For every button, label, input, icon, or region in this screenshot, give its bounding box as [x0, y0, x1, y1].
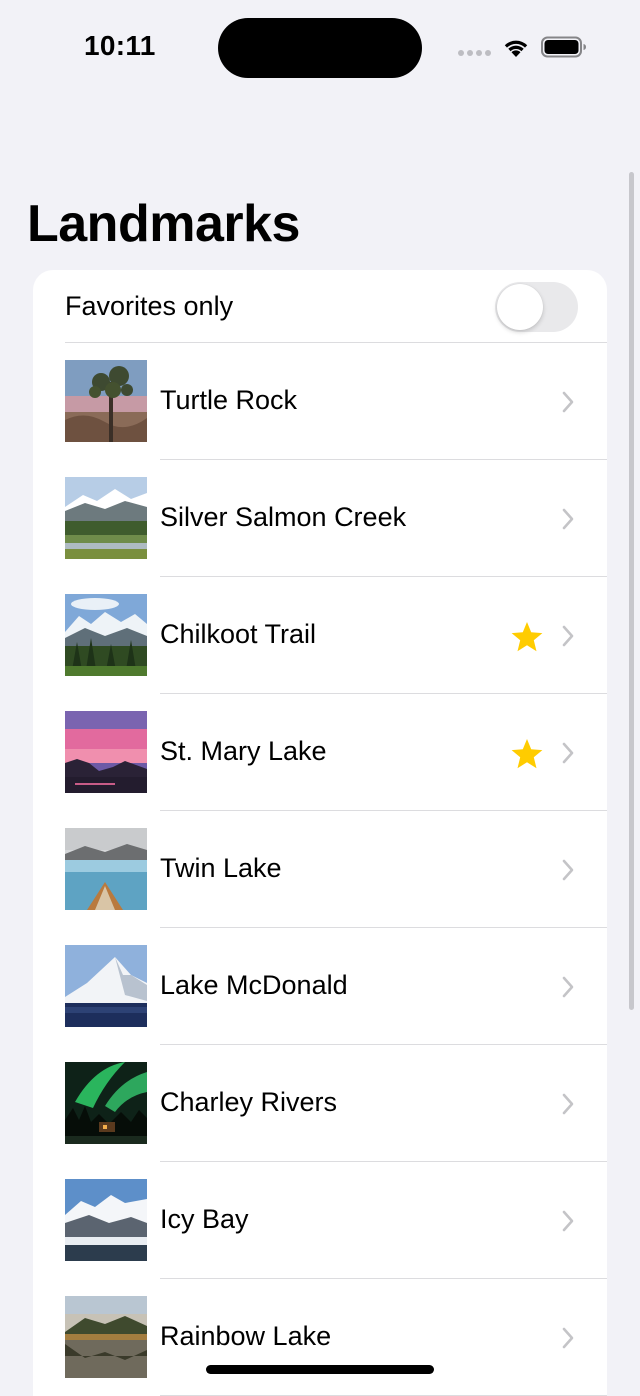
toggle-knob — [497, 284, 543, 330]
landmark-thumbnail — [65, 1296, 147, 1378]
chevron-right-icon — [562, 1093, 574, 1115]
landmark-name: Lake McDonald — [160, 970, 348, 1000]
home-indicator[interactable] — [206, 1365, 434, 1374]
landmark-row[interactable]: Charley Rivers — [33, 1045, 607, 1162]
landmark-row[interactable]: Turtle Rock — [33, 343, 607, 460]
landmark-row[interactable]: Rainbow Lake — [33, 1279, 607, 1396]
chevron-right-icon — [562, 859, 574, 881]
landmark-row[interactable]: Icy Bay — [33, 1162, 607, 1279]
landmark-name: Twin Lake — [160, 853, 282, 883]
favorites-only-label: Favorites only — [65, 291, 234, 321]
landmark-name: Chilkoot Trail — [160, 619, 317, 649]
chevron-right-icon — [562, 976, 574, 998]
landmark-name: Icy Bay — [160, 1204, 249, 1234]
favorite-star-icon — [511, 739, 543, 769]
dynamic-island — [218, 18, 422, 78]
landmark-name: Charley Rivers — [160, 1087, 338, 1117]
landmark-name: Turtle Rock — [160, 385, 298, 415]
landmark-row[interactable]: Silver Salmon Creek — [33, 460, 607, 577]
chevron-right-icon — [562, 742, 574, 764]
page-title: Landmarks — [27, 195, 300, 253]
cellular-signal-icon — [458, 50, 491, 56]
landmark-row[interactable]: Twin Lake — [33, 811, 607, 928]
chevron-right-icon — [562, 508, 574, 530]
wifi-icon — [504, 40, 528, 57]
landmark-name: Rainbow Lake — [160, 1321, 332, 1351]
status-time: 10:11 — [84, 30, 156, 61]
battery-icon — [541, 36, 586, 58]
landmark-row[interactable]: Lake McDonald — [33, 928, 607, 1045]
landmark-thumbnail — [65, 711, 147, 793]
landmark-rows: Turtle Rock Silver Salmon Creek Chilkoot T… — [33, 343, 607, 1396]
landmark-name: Silver Salmon Creek — [160, 502, 407, 532]
landmark-thumbnail — [65, 360, 147, 442]
chevron-right-icon — [562, 391, 574, 413]
chevron-right-icon — [562, 625, 574, 647]
favorites-only-toggle[interactable] — [495, 282, 578, 332]
landmark-list: Favorites only Turtle Rock Silver Salmon … — [33, 270, 607, 1396]
landmark-thumbnail — [65, 1179, 147, 1261]
landmark-thumbnail — [65, 477, 147, 559]
landmark-row[interactable]: St. Mary Lake — [33, 694, 607, 811]
chevron-right-icon — [562, 1327, 574, 1349]
chevron-right-icon — [562, 1210, 574, 1232]
favorites-filter-row: Favorites only — [33, 270, 607, 342]
favorite-star-icon — [511, 622, 543, 652]
landmark-thumbnail — [65, 594, 147, 676]
landmark-row[interactable]: Chilkoot Trail — [33, 577, 607, 694]
scroll-indicator[interactable] — [629, 172, 634, 1010]
landmark-thumbnail — [65, 1062, 147, 1144]
landmark-thumbnail — [65, 828, 147, 910]
landmark-thumbnail — [65, 945, 147, 1027]
status-bar: 10:11 — [0, 0, 640, 96]
landmark-name: St. Mary Lake — [160, 736, 327, 766]
